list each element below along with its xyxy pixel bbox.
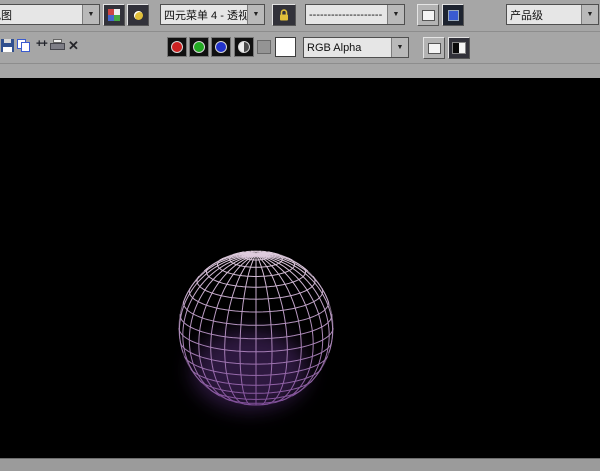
view-combo-value: 视图 [0, 7, 82, 23]
clear-icon: ✕ [68, 39, 79, 52]
viewport-layout-icon [108, 9, 120, 21]
channel-display-value: RGB Alpha [304, 42, 391, 54]
render-viewport[interactable] [0, 78, 600, 458]
print-icon [50, 39, 65, 51]
separator-combo[interactable]: -------------------- [305, 4, 405, 25]
black-white-icon [452, 42, 466, 54]
overlay-ui-button[interactable] [423, 37, 445, 59]
environment-button[interactable] [442, 4, 464, 26]
alpha-channel-button[interactable] [257, 40, 271, 54]
view-combo[interactable]: 视图 [0, 4, 100, 25]
channel-display-combo[interactable]: RGB Alpha [303, 37, 409, 58]
render-setup-button[interactable] [417, 4, 439, 26]
save-icon [1, 39, 14, 52]
clone-window-button[interactable]: ++ [36, 39, 47, 50]
red-channel-icon [171, 41, 183, 53]
chevron-down-icon[interactable] [387, 5, 404, 24]
production-combo-value: 产品级 [507, 7, 581, 23]
chevron-down-icon[interactable] [391, 38, 408, 57]
clear-button[interactable]: ✕ [68, 39, 79, 52]
copy-icon [17, 39, 31, 52]
chevron-down-icon[interactable] [82, 5, 99, 24]
light-icon [134, 11, 143, 20]
print-image-button[interactable] [50, 39, 65, 51]
lock-button[interactable] [272, 4, 296, 26]
green-channel-icon [193, 41, 205, 53]
blue-channel-icon [215, 41, 227, 53]
chevron-down-icon[interactable] [247, 5, 264, 24]
green-channel-button[interactable] [189, 37, 209, 57]
environment-icon [448, 10, 459, 21]
quad-menu-combo-value: 四元菜单 4 - 透视 [161, 7, 247, 23]
mono-channel-button[interactable] [234, 37, 254, 57]
mono-channel-icon [238, 41, 250, 53]
copy-image-button[interactable] [17, 39, 31, 52]
bw-toggle-button[interactable] [448, 37, 470, 59]
toolbar-row-2: ++ ✕ RGB Alpha [0, 32, 600, 64]
background-color-swatch[interactable] [275, 37, 296, 57]
wireframe-sphere [179, 251, 333, 405]
lock-icon [277, 8, 291, 22]
lighting-button[interactable] [127, 4, 149, 26]
window-chrome: 视图 四元菜单 4 - 透视 -------------------- [0, 0, 600, 78]
toolbar-row-1: 视图 四元菜单 4 - 透视 -------------------- [0, 0, 600, 32]
red-channel-button[interactable] [167, 37, 187, 57]
sphere-svg [0, 78, 600, 458]
production-combo[interactable]: 产品级 [506, 4, 599, 25]
render-setup-icon [422, 10, 435, 21]
status-strip [0, 458, 600, 471]
separator-combo-value: -------------------- [306, 9, 387, 21]
blue-channel-button[interactable] [211, 37, 231, 57]
quad-menu-combo[interactable]: 四元菜单 4 - 透视 [160, 4, 265, 25]
viewport-layout-button[interactable] [103, 4, 125, 26]
clone-icon: ++ [36, 39, 47, 50]
chevron-down-icon[interactable] [581, 5, 598, 24]
save-image-button[interactable] [1, 39, 14, 52]
overlay-ui-icon [428, 43, 441, 54]
